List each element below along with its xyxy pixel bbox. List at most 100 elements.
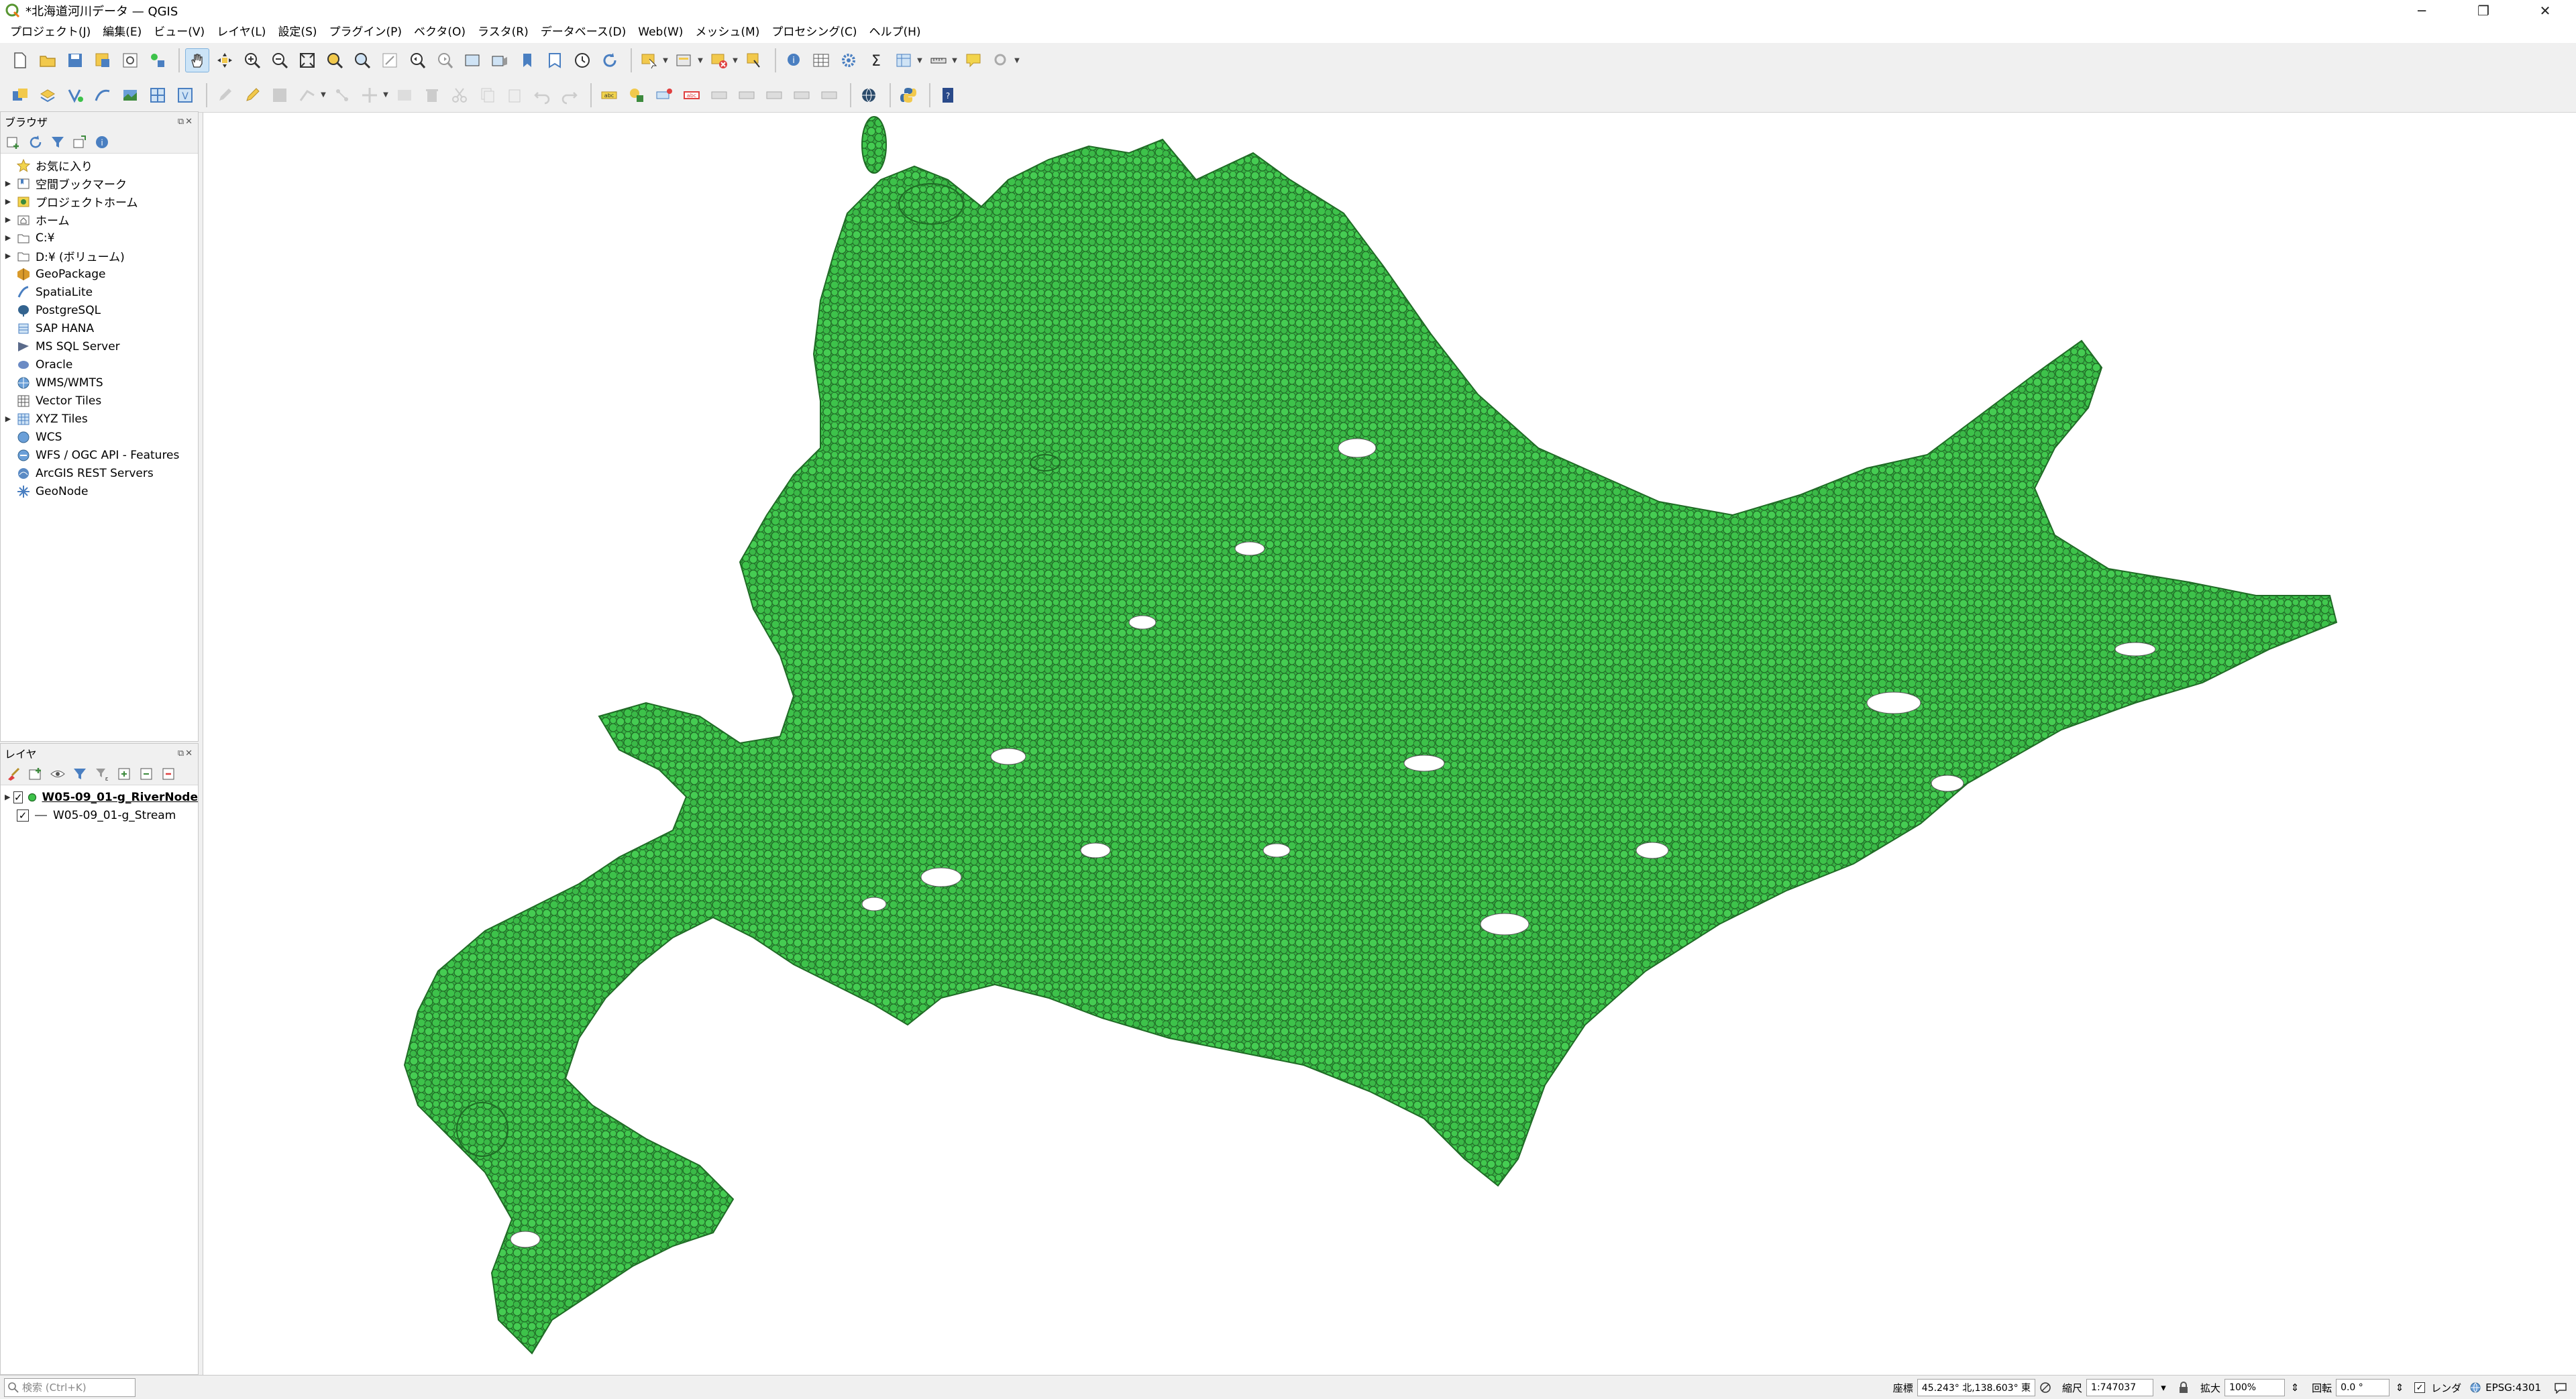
layer-visibility-checkbox[interactable]: ✓ [17, 809, 29, 822]
crs-globe-icon[interactable] [2468, 1380, 2483, 1395]
browser-item-wfs[interactable]: WFS / OGC API - Features [1, 446, 198, 464]
menu-edit[interactable]: 編集(E) [97, 21, 148, 43]
browser-item-mssql[interactable]: MS SQL Server [1, 337, 198, 355]
label-properties-button[interactable] [817, 83, 841, 107]
redo-button[interactable] [557, 83, 582, 107]
paste-features-button[interactable] [502, 83, 527, 107]
browser-item-project-home[interactable]: ▶ プロジェクトホーム [1, 192, 198, 211]
rishiri-island[interactable] [898, 183, 964, 225]
rotation-spin-icon[interactable]: ⇕ [2392, 1380, 2407, 1395]
deselect-button[interactable] [707, 48, 731, 72]
select-value-dropdown[interactable]: ▼ [697, 48, 704, 72]
menu-vector[interactable]: ベクタ(O) [408, 21, 472, 43]
menu-help[interactable]: ヘルプ(H) [863, 21, 926, 43]
expand-arrow-icon[interactable]: ▶ [3, 215, 13, 224]
expand-all-button[interactable] [114, 764, 134, 784]
menu-processing[interactable]: プロセシング(C) [765, 21, 863, 43]
collapse-all-layers-button[interactable] [136, 764, 156, 784]
locator-search-input[interactable]: 検索 (Ctrl+K) [4, 1378, 136, 1397]
cut-features-button[interactable] [447, 83, 472, 107]
highlight-pinned-button[interactable]: abc [680, 83, 704, 107]
messages-icon[interactable] [2553, 1380, 2568, 1395]
magnifier-spin-icon[interactable]: ⇕ [2288, 1380, 2302, 1395]
open-project-button[interactable] [36, 48, 60, 72]
pan-map-button[interactable] [185, 48, 209, 72]
rotate-label-button[interactable] [735, 83, 759, 107]
processing-toolbox-button[interactable] [837, 48, 861, 72]
new-layer-button[interactable] [36, 83, 60, 107]
browser-refresh-button[interactable] [25, 132, 46, 152]
select-dropdown[interactable]: ▼ [662, 48, 669, 72]
add-raster-layer-button[interactable] [118, 83, 142, 107]
restore-button[interactable]: ❐ [2453, 0, 2514, 21]
zoom-out-button[interactable] [268, 48, 292, 72]
remove-layer-button[interactable] [158, 764, 178, 784]
close-button[interactable]: ✕ [2514, 0, 2576, 21]
collapse-all-button[interactable] [70, 132, 90, 152]
move-label-button[interactable] [707, 83, 731, 107]
browser-item-drive-c[interactable]: ▶ C:¥ [1, 229, 198, 247]
browser-item-vector-tiles[interactable]: Vector Tiles [1, 392, 198, 410]
menu-raster[interactable]: ラスタ(R) [472, 21, 535, 43]
refresh-button[interactable] [598, 48, 622, 72]
measure-dropdown[interactable]: ▼ [951, 48, 958, 72]
print-layout-button[interactable] [118, 48, 142, 72]
map-canvas[interactable] [203, 113, 2576, 1375]
current-edits-button[interactable] [213, 83, 237, 107]
panel-float-close-icon[interactable]: ⧉✕ [178, 117, 194, 127]
menu-mesh[interactable]: メッシュ(M) [689, 21, 765, 43]
identify-button[interactable]: i [782, 48, 806, 72]
modify-attributes-button[interactable] [392, 83, 417, 107]
pin-labels-button[interactable] [652, 83, 676, 107]
browser-filter-button[interactable] [48, 132, 68, 152]
delete-selected-button[interactable] [420, 83, 444, 107]
coordinate-toggle-icon[interactable] [2038, 1380, 2053, 1395]
browser-item-wms[interactable]: WMS/WMTS [1, 374, 198, 392]
menu-view[interactable]: ビュー(V) [148, 21, 211, 43]
python-console-button[interactable] [896, 83, 920, 107]
browser-item-favorites[interactable]: お気に入り [1, 156, 198, 174]
vertex-tool-button[interactable] [330, 83, 354, 107]
layer-visibility-checkbox[interactable]: ✓ [13, 791, 23, 803]
new-project-button[interactable] [8, 48, 32, 72]
panel-float-close-icon[interactable]: ⧉✕ [178, 748, 194, 759]
move-feature-button[interactable] [358, 83, 382, 107]
add-vector-layer-button[interactable] [63, 83, 87, 107]
lock-scale-icon[interactable] [2176, 1380, 2191, 1395]
attribute-table-button[interactable] [809, 48, 833, 72]
expand-arrow-icon[interactable]: ▶ [3, 251, 13, 260]
menu-project[interactable]: プロジェクト(J) [4, 21, 97, 43]
zoom-last-button[interactable] [405, 48, 429, 72]
browser-item-postgresql[interactable]: PostgreSQL [1, 301, 198, 319]
hokkaido-river-map[interactable] [203, 113, 2576, 1375]
properties-info-button[interactable]: i [92, 132, 112, 152]
map-tips-button[interactable] [961, 48, 985, 72]
hokkaido-main-island[interactable] [403, 138, 2338, 1355]
select-features-button[interactable] [637, 48, 661, 72]
browser-item-arcgis[interactable]: ArcGIS REST Servers [1, 464, 198, 482]
expand-arrow-icon[interactable]: ▶ [3, 197, 13, 206]
menu-settings[interactable]: 設定(S) [272, 21, 323, 43]
style-manager-button[interactable] [146, 48, 170, 72]
select-by-value-button[interactable] [672, 48, 696, 72]
browser-item-wcs[interactable]: WCS [1, 428, 198, 446]
measure-button[interactable] [926, 48, 951, 72]
digitize-dropdown[interactable]: ▼ [320, 83, 327, 107]
help-book-button[interactable]: ? [936, 83, 960, 107]
browser-item-xyz-tiles[interactable]: ▶ XYZ Tiles [1, 410, 198, 428]
expand-arrow-icon[interactable]: ▶ [3, 179, 13, 188]
rebun-island[interactable] [861, 116, 887, 174]
manage-map-themes-button[interactable] [48, 764, 68, 784]
browser-item-home[interactable]: ▶ ホーム [1, 211, 198, 229]
open-styling-button[interactable] [3, 764, 23, 784]
zoom-next-button[interactable] [433, 48, 457, 72]
deselect-dropdown[interactable]: ▼ [732, 48, 739, 72]
digitize-button[interactable] [295, 83, 319, 107]
temporal-controller-button[interactable] [570, 48, 594, 72]
change-label-button[interactable] [762, 83, 786, 107]
toggle-editing-button[interactable] [240, 83, 264, 107]
new-3d-view-button[interactable] [488, 48, 512, 72]
show-hide-labels-button[interactable] [790, 83, 814, 107]
open-table-button[interactable] [892, 48, 916, 72]
minimize-button[interactable]: ─ [2391, 0, 2453, 21]
